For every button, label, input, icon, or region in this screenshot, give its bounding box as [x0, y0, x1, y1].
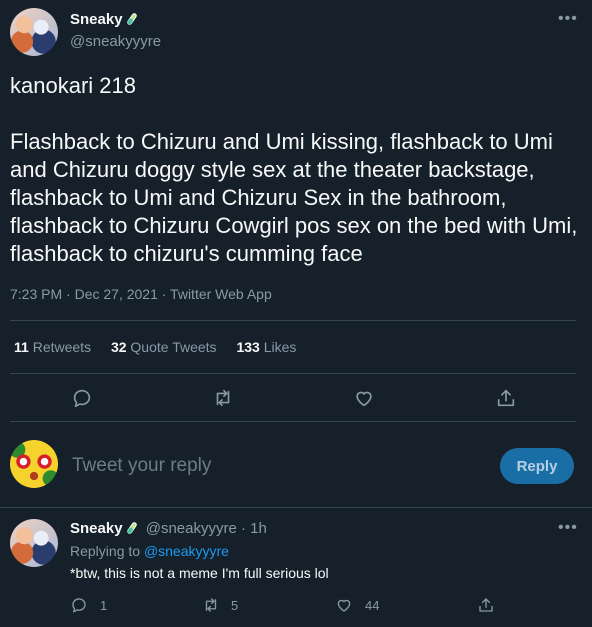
likes-stat[interactable]: 133 Likes	[236, 339, 296, 355]
reply-reply-icon[interactable]	[70, 596, 88, 614]
reply-header: Sneaky @sneakyyyre · 1h	[70, 520, 267, 537]
user-avatar[interactable]	[10, 440, 58, 488]
author-avatar[interactable]	[10, 8, 58, 56]
reply-reply-count: 1	[100, 598, 108, 613]
like-icon[interactable]	[353, 387, 375, 409]
test-tube-emoji-icon	[126, 522, 137, 534]
reply-author-handle[interactable]: @sneakyyyre	[146, 520, 237, 537]
share-icon[interactable]	[495, 387, 517, 409]
quotes-label: Quote Tweets	[130, 339, 217, 355]
retweets-stat[interactable]: 11 Retweets	[14, 339, 91, 355]
likes-count: 133	[236, 339, 260, 355]
tweet-title-line: kanokari 218	[10, 73, 136, 98]
replying-to-label: Replying to	[70, 543, 141, 559]
replying-to-handle[interactable]: @sneakyyyre	[144, 543, 229, 559]
reply-input[interactable]: Tweet your reply	[72, 455, 211, 477]
test-tube-emoji-icon	[126, 13, 137, 25]
reply-retweet-icon[interactable]	[202, 596, 220, 614]
reply-button[interactable]: Reply	[500, 448, 574, 484]
more-options-icon[interactable]: •••	[558, 10, 578, 28]
retweets-count: 11	[14, 339, 29, 355]
reply-like-icon[interactable]	[335, 596, 353, 614]
quotes-stat[interactable]: 32 Quote Tweets	[111, 339, 217, 355]
stats-row: 11 Retweets 32 Quote Tweets 133 Likes	[14, 339, 296, 355]
reply-author-name[interactable]: Sneaky	[70, 520, 123, 537]
retweets-label: Retweets	[32, 339, 92, 355]
divider	[10, 421, 576, 422]
quotes-count: 32	[110, 339, 127, 355]
retweet-icon[interactable]	[212, 387, 234, 409]
divider	[10, 320, 576, 321]
divider	[0, 507, 592, 508]
likes-label: Likes	[263, 339, 297, 355]
reply-like-count: 44	[365, 598, 380, 613]
reply-icon[interactable]	[71, 387, 93, 409]
reply-retweet-count: 5	[231, 598, 239, 613]
reply-time[interactable]: · 1h	[241, 520, 267, 537]
reply-share-icon[interactable]	[477, 596, 495, 614]
author-handle[interactable]: @sneakyyyre	[70, 33, 161, 50]
tweet-timestamp[interactable]: 7:23 PM · Dec 27, 2021 · Twitter Web App	[10, 286, 272, 302]
reply-button-label: Reply	[516, 457, 558, 475]
author-name-row[interactable]: Sneaky	[70, 11, 139, 28]
divider	[10, 373, 576, 374]
tweet-text: Flashback to Chizuru and Umi kissing, fl…	[10, 129, 578, 266]
reply-text: *btw, this is not a meme I'm full seriou…	[70, 565, 329, 581]
reply-author-avatar[interactable]	[10, 519, 58, 567]
reply-more-options-icon[interactable]: •••	[558, 519, 578, 537]
author-name[interactable]: Sneaky	[70, 11, 123, 28]
replying-to: Replying to @sneakyyyre	[70, 543, 229, 559]
